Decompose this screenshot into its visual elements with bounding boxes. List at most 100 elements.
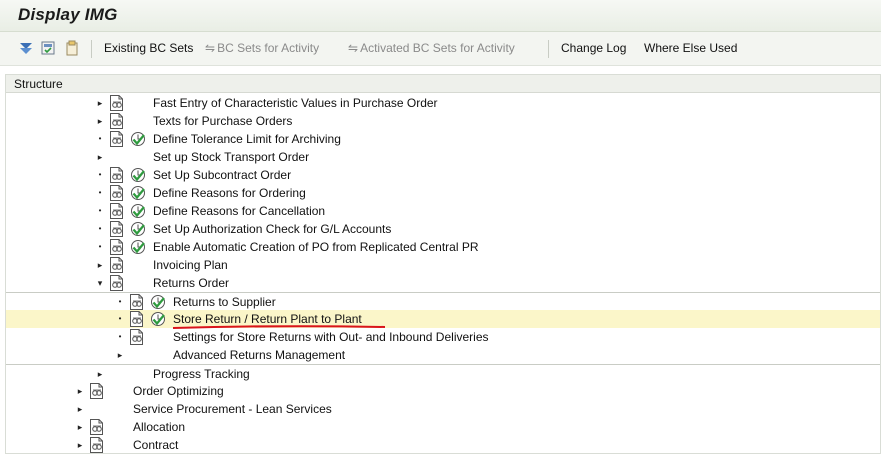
expand-arrow-icon[interactable]: ▸ — [95, 368, 105, 380]
tree-row[interactable]: • Returns to Supplier — [6, 292, 880, 310]
structure-panel: Structure ▸ Fast Entry of Characteristic … — [5, 74, 881, 454]
tree-item-label[interactable]: Advanced Returns Management — [173, 348, 345, 362]
bc-set-icon: ⇋ — [348, 41, 359, 55]
tree-item-label[interactable]: Progress Tracking — [153, 367, 250, 381]
document-icon[interactable] — [109, 131, 124, 147]
tree-row[interactable]: ▸ Fast Entry of Characteristic Values in … — [6, 94, 880, 112]
collapse-arrow-icon[interactable]: ▾ — [95, 277, 105, 289]
expand-arrow-icon[interactable]: ▸ — [75, 439, 85, 451]
tree-row[interactable]: • Enable Automatic Creation of PO from Re… — [6, 238, 880, 256]
tree-item-label[interactable]: Enable Automatic Creation of PO from Rep… — [153, 240, 479, 254]
document-icon[interactable] — [89, 437, 104, 453]
tree-row[interactable]: • Define Reasons for Cancellation — [6, 202, 880, 220]
tree-item-label[interactable]: Set up Stock Transport Order — [153, 150, 309, 164]
tree-row[interactable]: • Define Reasons for Ordering — [6, 184, 880, 202]
bc-set-icon: ⇋ — [205, 41, 216, 55]
tree-row[interactable]: ▸ Service Procurement - Lean Services — [6, 400, 880, 418]
bc-sets-for-activity-label: BC Sets for Activity — [217, 41, 320, 55]
document-icon[interactable] — [109, 203, 124, 219]
tree-row[interactable]: ▸ Texts for Purchase Orders — [6, 112, 880, 130]
clock-check-icon[interactable] — [130, 131, 146, 147]
save-variant-icon[interactable] — [40, 40, 56, 56]
clipboard-icon[interactable] — [64, 40, 80, 56]
tree-row[interactable]: ▸ Order Optimizing — [6, 382, 880, 400]
document-icon[interactable] — [109, 113, 124, 129]
tree-item-label[interactable]: Service Procurement - Lean Services — [133, 402, 332, 416]
tree-item-label[interactable]: Settings for Store Returns with Out- and… — [173, 330, 489, 344]
clock-check-icon[interactable] — [130, 221, 146, 237]
document-icon[interactable] — [129, 311, 144, 327]
tree-item-label[interactable]: Returns Order — [153, 276, 229, 290]
document-icon[interactable] — [109, 239, 124, 255]
expand-arrow-icon[interactable]: ▸ — [115, 349, 125, 361]
filter-icon[interactable] — [18, 40, 34, 56]
document-icon[interactable] — [109, 95, 124, 111]
clock-check-icon[interactable] — [130, 203, 146, 219]
window-title: Display IMG — [18, 5, 118, 24]
leaf-bullet-icon: • — [98, 188, 102, 197]
expand-arrow-icon[interactable]: ▸ — [75, 421, 85, 433]
structure-header-label: Structure — [14, 77, 63, 91]
document-icon[interactable] — [109, 221, 124, 237]
leaf-bullet-icon: • — [98, 206, 102, 215]
tree-item-label[interactable]: Store Return / Return Plant to Plant — [173, 312, 362, 326]
tree-row[interactable]: • Settings for Store Returns with Out- an… — [6, 328, 880, 346]
activated-bc-sets-button[interactable]: ⇋ Activated BC Sets for Activity — [348, 41, 515, 55]
leaf-bullet-icon: • — [98, 170, 102, 179]
tree-item-label[interactable]: Fast Entry of Characteristic Values in P… — [153, 96, 438, 110]
tree-item-label[interactable]: Allocation — [133, 420, 185, 434]
document-icon[interactable] — [109, 167, 124, 183]
expand-arrow-icon[interactable]: ▸ — [95, 115, 105, 127]
tree-row[interactable]: ▸ Invoicing Plan — [6, 256, 880, 274]
tree-item-label[interactable]: Contract — [133, 438, 178, 452]
tree-item-label[interactable]: Define Reasons for Cancellation — [153, 204, 325, 218]
clock-check-icon[interactable] — [130, 167, 146, 183]
expand-arrow-icon[interactable]: ▸ — [75, 403, 85, 415]
document-icon[interactable] — [109, 257, 124, 273]
tree-row[interactable]: ▸ Advanced Returns Management — [6, 346, 880, 364]
document-icon[interactable] — [129, 329, 144, 345]
tree-row[interactable]: ▾ Returns Order — [6, 274, 880, 292]
leaf-bullet-icon: • — [98, 134, 102, 143]
document-icon[interactable] — [89, 383, 104, 399]
tree-item-label[interactable]: Texts for Purchase Orders — [153, 114, 292, 128]
tree-row[interactable]: ▸ Contract — [6, 436, 880, 454]
expand-arrow-icon[interactable]: ▸ — [95, 151, 105, 163]
leaf-bullet-icon: • — [118, 332, 122, 341]
expand-arrow-icon[interactable]: ▸ — [75, 385, 85, 397]
tree-row[interactable]: • Store Return / Return Plant to Plant — [6, 310, 880, 329]
tree-item-label[interactable]: Returns to Supplier — [173, 295, 276, 309]
structure-header: Structure — [6, 75, 880, 93]
clock-check-icon[interactable] — [150, 294, 166, 310]
tree-row[interactable]: • Define Tolerance Limit for Archiving — [6, 130, 880, 148]
expand-arrow-icon[interactable]: ▸ — [95, 97, 105, 109]
where-else-used-label: Where Else Used — [644, 41, 738, 55]
leaf-bullet-icon: • — [98, 224, 102, 233]
document-icon[interactable] — [89, 419, 104, 435]
where-else-used-button[interactable]: Where Else Used — [644, 41, 737, 55]
tree-item-label[interactable]: Order Optimizing — [133, 384, 224, 398]
change-log-button[interactable]: Change Log — [561, 41, 626, 55]
tree-item-label[interactable]: Define Reasons for Ordering — [153, 186, 306, 200]
document-icon[interactable] — [109, 275, 124, 291]
activated-bc-sets-label: Activated BC Sets for Activity — [360, 41, 515, 55]
clock-check-icon[interactable] — [130, 239, 146, 255]
expand-arrow-icon[interactable]: ▸ — [95, 259, 105, 271]
clock-check-icon[interactable] — [130, 185, 146, 201]
tree-row[interactable]: • Set Up Authorization Check for G/L Acco… — [6, 220, 880, 238]
tree-row[interactable]: • Set Up Subcontract Order — [6, 166, 880, 184]
bc-sets-for-activity-button[interactable]: ⇋ BC Sets for Activity — [205, 41, 319, 55]
tree-row[interactable]: ▸ Progress Tracking — [6, 364, 880, 382]
document-icon[interactable] — [109, 185, 124, 201]
tree-row[interactable]: ▸ Allocation — [6, 418, 880, 436]
existing-bc-sets-button[interactable]: Existing BC Sets — [104, 41, 193, 55]
leaf-bullet-icon: • — [98, 242, 102, 251]
tree-item-label[interactable]: Define Tolerance Limit for Archiving — [153, 132, 341, 146]
document-icon[interactable] — [129, 294, 144, 310]
clock-check-icon[interactable] — [150, 311, 166, 327]
tree-row[interactable]: ▸ Set up Stock Transport Order — [6, 148, 880, 166]
tree-item-label[interactable]: Invoicing Plan — [153, 258, 228, 272]
tree-item-label[interactable]: Set Up Subcontract Order — [153, 168, 291, 182]
tree-item-label[interactable]: Set Up Authorization Check for G/L Accou… — [153, 222, 391, 236]
leaf-bullet-icon: • — [118, 297, 122, 306]
